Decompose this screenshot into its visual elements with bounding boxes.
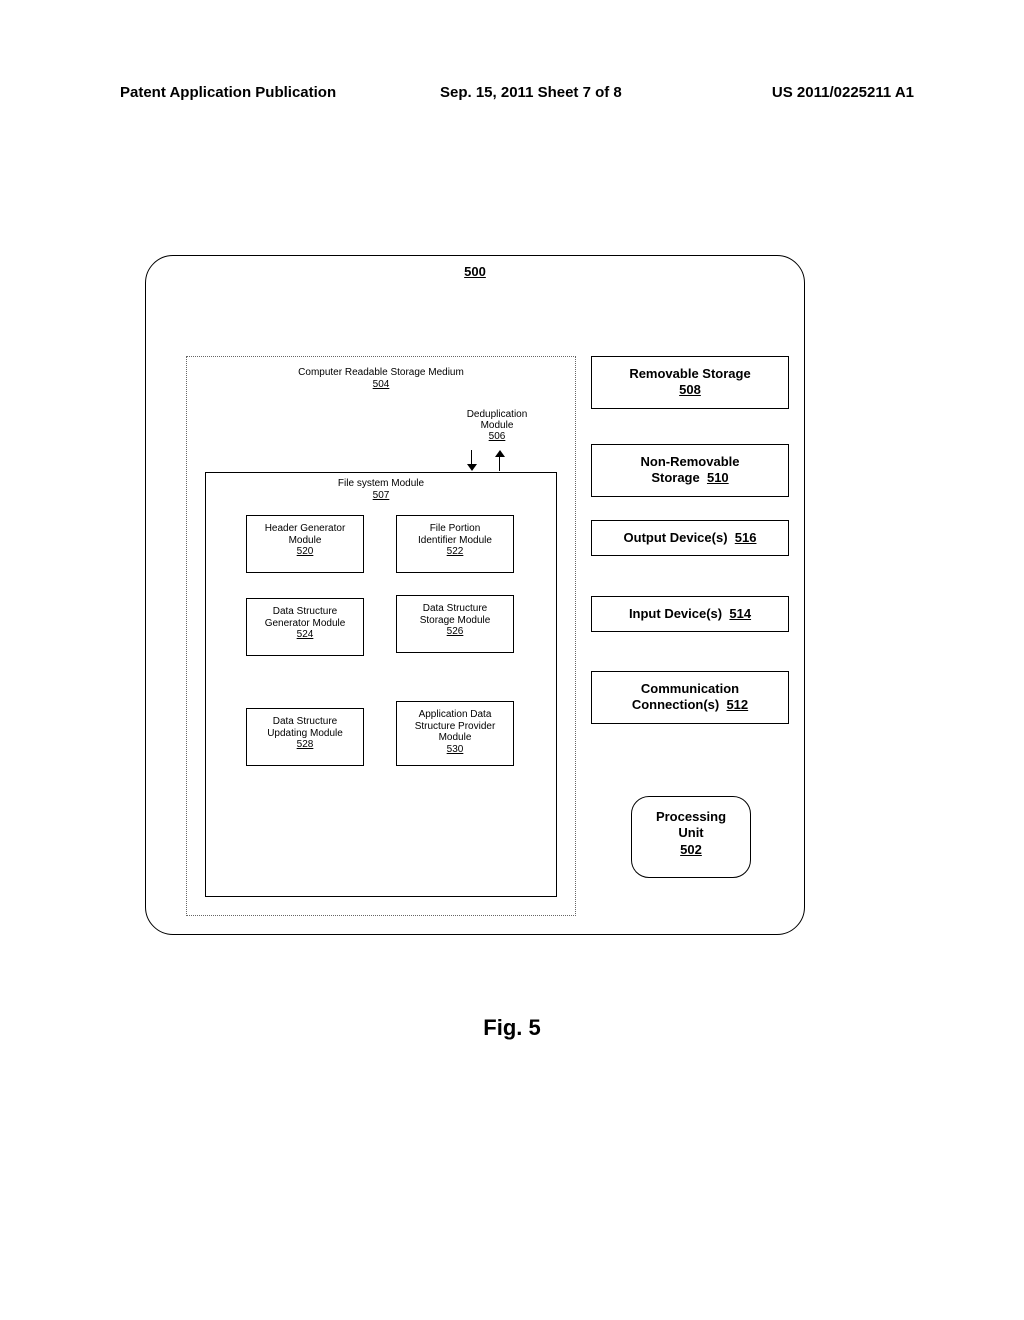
removable-ref: 508 [679, 382, 701, 397]
app-data-structure-provider-module: Application Data Structure Provider Modu… [396, 701, 514, 766]
storage-medium-label: Computer Readable Storage Medium 504 [298, 367, 464, 391]
comm-l1: Communication [641, 681, 739, 696]
dsg-l1: Data Structure [273, 606, 337, 617]
input-devices-box: Input Device(s) 514 [591, 596, 789, 632]
header-generator-module: Header Generator Module 520 [246, 515, 364, 573]
dsg-l2: Generator Module [265, 618, 346, 629]
comm-l2: Connection(s) [632, 697, 719, 712]
system-frame-500: 500 Computer Readable Storage Medium 504… [145, 255, 805, 935]
hg-ref: 520 [297, 546, 314, 557]
header-left: Patent Application Publication [120, 84, 336, 101]
comm-ref: 512 [726, 697, 748, 712]
proc-l1: Processing [656, 809, 726, 824]
adsp-ref: 530 [447, 744, 464, 755]
file-system-module-box: File system Module 507 Header Generator … [205, 472, 557, 897]
figure-caption: Fig. 5 [483, 1015, 540, 1041]
fp-l2: Identifier Module [418, 535, 492, 546]
dedup-module-label: Deduplication Module 506 [457, 409, 537, 442]
output-title: Output Device(s) [624, 530, 728, 545]
system-ref-500: 500 [464, 264, 486, 279]
output-devices-box: Output Device(s) 516 [591, 520, 789, 556]
data-structure-updating-module: Data Structure Updating Module 528 [246, 708, 364, 766]
page: Patent Application Publication Sep. 15, … [0, 0, 1024, 1320]
dss-l2: Storage Module [420, 615, 491, 626]
adsp-l2: Structure Provider [415, 721, 496, 732]
fp-l1: File Portion [430, 523, 481, 534]
header-mid: Sep. 15, 2011 Sheet 7 of 8 [440, 84, 622, 101]
dsg-ref: 524 [297, 629, 314, 640]
hg-l2: Module [289, 535, 322, 546]
storage-medium-box: Computer Readable Storage Medium 504 Ded… [186, 356, 576, 916]
nonremov-l1: Non-Removable [641, 454, 740, 469]
communication-connections-box: Communication Connection(s) 512 [591, 671, 789, 724]
storage-medium-ref: 504 [373, 379, 390, 390]
processing-unit-box: Processing Unit 502 [631, 796, 751, 878]
removable-title: Removable Storage [629, 366, 750, 381]
header-right: US 2011/0225211 A1 [772, 84, 914, 101]
dedup-ref: 506 [489, 431, 506, 442]
removable-storage-box: Removable Storage 508 [591, 356, 789, 409]
file-system-ref: 507 [373, 490, 390, 501]
adsp-l3: Module [439, 732, 472, 743]
dss-ref: 526 [447, 626, 464, 637]
dsu-l2: Updating Module [267, 728, 343, 739]
proc-l2: Unit [678, 825, 703, 840]
file-portion-identifier-module: File Portion Identifier Module 522 [396, 515, 514, 573]
nonremov-ref: 510 [707, 470, 729, 485]
file-system-title: File system Module [338, 478, 424, 489]
dedup-line1: Deduplication [467, 409, 528, 420]
dss-l1: Data Structure [423, 603, 487, 614]
dedup-line2: Module [481, 420, 514, 431]
adsp-l1: Application Data [419, 709, 492, 720]
proc-ref: 502 [680, 842, 702, 857]
non-removable-storage-box: Non-Removable Storage 510 [591, 444, 789, 497]
data-structure-storage-module: Data Structure Storage Module 526 [396, 595, 514, 653]
dsu-l1: Data Structure [273, 716, 337, 727]
page-header: Patent Application Publication Sep. 15, … [120, 84, 914, 101]
nonremov-l2: Storage [651, 470, 699, 485]
file-system-label: File system Module 507 [338, 478, 424, 502]
output-ref: 516 [735, 530, 757, 545]
input-title: Input Device(s) [629, 606, 722, 621]
dsu-ref: 528 [297, 739, 314, 750]
data-structure-generator-module: Data Structure Generator Module 524 [246, 598, 364, 656]
storage-medium-title: Computer Readable Storage Medium [298, 367, 464, 378]
fp-ref: 522 [447, 546, 464, 557]
input-ref: 514 [729, 606, 751, 621]
hg-l1: Header Generator [265, 523, 346, 534]
